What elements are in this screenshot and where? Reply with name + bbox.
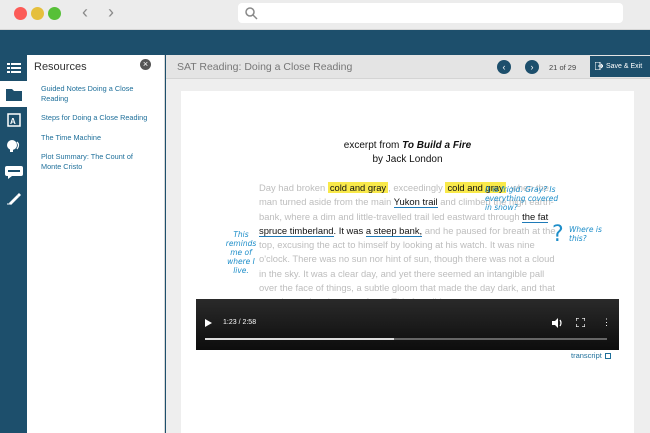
page-counter: 21 of 29 (549, 63, 576, 72)
previous-page-button[interactable]: ‹ (497, 60, 511, 74)
annotation-left: This reminds me of where I live. (225, 230, 257, 275)
resource-link[interactable]: The Time Machine (41, 133, 153, 143)
lesson-toolbar: SAT Reading: Doing a Close Reading ‹ › 2… (166, 55, 650, 79)
transcript-link[interactable]: transcript (571, 351, 611, 360)
more-options-icon[interactable]: ⋮ (602, 318, 611, 327)
forward-button[interactable]: › (100, 2, 122, 24)
total-pages: 29 (567, 63, 577, 72)
notes-button[interactable] (0, 159, 27, 185)
resources-panel: Resources × Guided Notes Doing a Close R… (27, 55, 165, 433)
volume-icon[interactable] (552, 318, 563, 328)
passage-segment: , exceedingly (388, 182, 443, 193)
underlined-phrase[interactable]: a steep bank, (365, 224, 423, 237)
main-area: SAT Reading: Doing a Close Reading ‹ › 2… (166, 55, 650, 433)
next-page-button[interactable]: › (525, 60, 539, 74)
excerpt-prefix: excerpt from (343, 140, 400, 151)
resource-link[interactable]: Guided Notes Doing a Close Reading (41, 84, 153, 103)
resource-link[interactable]: Steps for Doing a Close Reading (41, 113, 153, 123)
maximize-window-button[interactable] (48, 7, 61, 20)
save-exit-button[interactable]: Save & Exit (590, 56, 650, 77)
video-progress-bar[interactable] (205, 338, 607, 340)
contents-button[interactable] (0, 55, 27, 81)
author: by Jack London (372, 154, 443, 165)
fullscreen-icon[interactable] (576, 318, 585, 327)
tool-rail: A (0, 55, 28, 433)
resources-list: Guided Notes Doing a Close Reading Steps… (41, 84, 153, 181)
read-aloud-button[interactable] (0, 133, 27, 159)
listen-icon (7, 140, 20, 152)
current-page: 21 (549, 63, 558, 72)
passage-segment: Day had broken (259, 182, 326, 193)
save-exit-label: Save & Exit (606, 63, 643, 70)
transcript-label: transcript (571, 351, 602, 360)
resource-link[interactable]: Plot Summary: The Count of Monte Cristo (41, 152, 153, 171)
glossary-icon: A (6, 113, 21, 127)
browser-chrome: ‹ › (0, 0, 650, 30)
video-time: 1:23 / 2:58 (223, 319, 257, 326)
book-title: To Build a Fire (402, 140, 472, 151)
back-button[interactable]: ‹ (74, 2, 96, 24)
video-player[interactable]: 1:23 / 2:58 ⋮ (196, 299, 619, 350)
folder-icon (6, 88, 22, 101)
close-window-button[interactable] (14, 7, 27, 20)
passage-segment: . It was (333, 224, 364, 236)
app-header-band (0, 30, 650, 55)
close-icon[interactable]: × (140, 59, 151, 70)
pen-icon (6, 193, 21, 205)
note-icon (4, 165, 23, 179)
passage-segment: and he paused for breath at the top, exc… (259, 224, 556, 307)
lesson-title: SAT Reading: Doing a Close Reading (177, 61, 353, 73)
search-icon (245, 7, 258, 20)
annotation-top: It is frigid. Gray? Is everything covere… (485, 185, 559, 212)
panel-title: Resources (34, 61, 87, 73)
annotation-question-mark: ? (552, 222, 564, 247)
address-bar[interactable] (238, 3, 623, 23)
excerpt-heading: excerpt from To Build a Fire by Jack Lon… (181, 139, 634, 167)
of-label: of (559, 63, 566, 72)
list-icon (6, 63, 21, 73)
resources-button[interactable] (0, 81, 28, 107)
glossary-button[interactable]: A (0, 107, 27, 133)
highlighter-button[interactable] (0, 185, 27, 211)
highlighted-phrase[interactable]: cold and gray (327, 182, 389, 193)
svg-text:A: A (10, 117, 16, 126)
minimize-window-button[interactable] (31, 7, 44, 20)
annotation-right: Where is this? (569, 225, 602, 243)
video-progress-fill (205, 338, 394, 340)
exit-icon (595, 62, 603, 70)
reading-page: excerpt from To Build a Fire by Jack Lon… (181, 91, 634, 433)
play-icon[interactable] (205, 319, 212, 327)
underlined-phrase[interactable]: Yukon trail (393, 196, 438, 209)
external-link-icon (604, 353, 611, 360)
